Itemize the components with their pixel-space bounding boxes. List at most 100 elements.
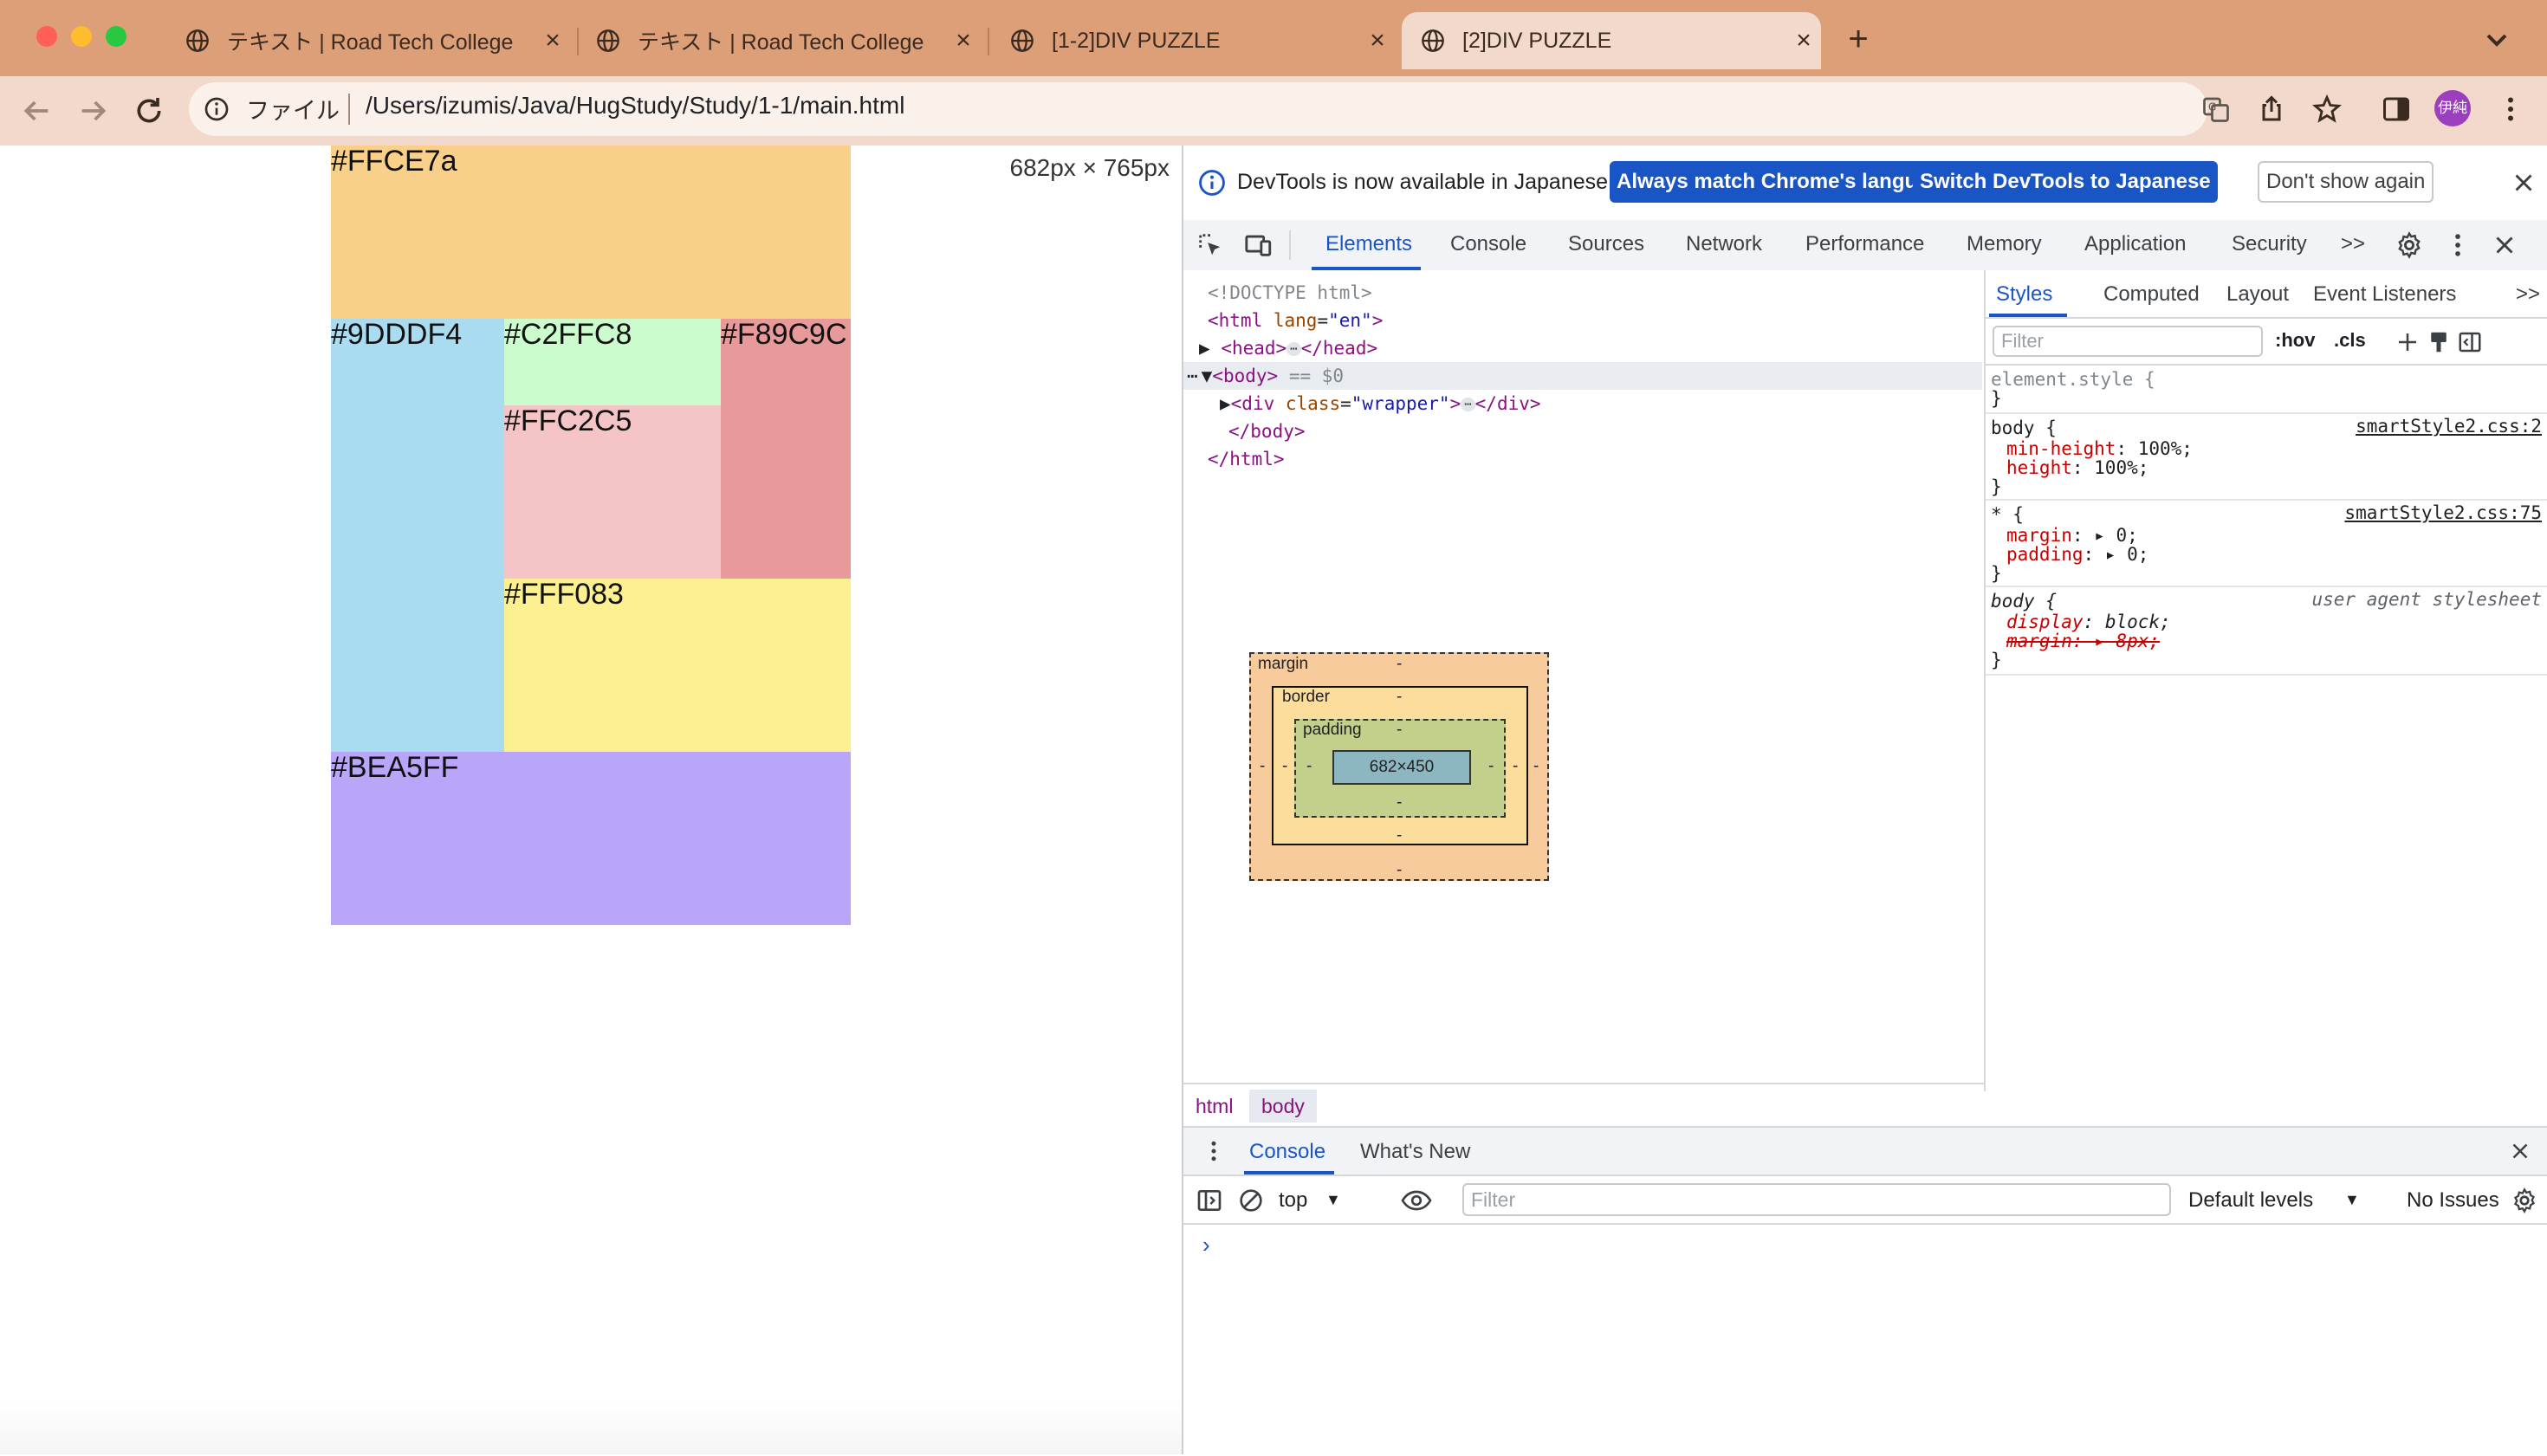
drawer-menu-icon[interactable] <box>1201 1138 1227 1164</box>
minimize-window-button[interactable] <box>71 26 92 47</box>
breadcrumb-body[interactable]: body <box>1249 1090 1317 1123</box>
toggle-sidebar-icon[interactable] <box>2457 329 2483 355</box>
context-selector[interactable]: top <box>1279 1188 1307 1213</box>
console-sidebar-icon[interactable] <box>1196 1187 1223 1214</box>
side-panel-icon[interactable] <box>2381 94 2412 125</box>
log-levels-dropdown[interactable]: Default levels <box>2188 1188 2313 1213</box>
more-menu-icon[interactable] <box>2495 94 2526 125</box>
dont-show-again-button[interactable]: Don't show again <box>2258 161 2434 203</box>
element-style-selector[interactable]: element.style { <box>1991 367 2155 392</box>
device-toolbar-icon[interactable] <box>1244 230 1274 260</box>
always-match-language-button[interactable]: Always match Chrome's language <box>1610 161 1960 203</box>
subtab-styles[interactable]: Styles <box>1996 282 2052 307</box>
subtab-layout[interactable]: Layout <box>2226 282 2289 307</box>
browser-tab-3[interactable]: [1-2]DIV PUZZLE × <box>991 12 1395 69</box>
dom-html-close[interactable]: </html> <box>1208 445 1285 473</box>
border-bottom-value[interactable]: - <box>1397 826 1402 845</box>
new-tab-button[interactable]: + <box>1837 17 1880 61</box>
close-tab-icon[interactable]: × <box>1360 26 1395 55</box>
close-infobar-icon[interactable] <box>2509 168 2538 197</box>
back-arrow-icon[interactable] <box>19 94 54 128</box>
reload-icon[interactable] <box>132 94 166 128</box>
border-right-value[interactable]: - <box>1513 757 1518 776</box>
margin-top-value[interactable]: - <box>1397 655 1402 674</box>
expand-triangle-icon[interactable]: ▶ <box>1220 393 1231 414</box>
margin-right-value[interactable]: - <box>1533 757 1539 776</box>
zoom-window-button[interactable] <box>106 26 126 47</box>
switch-to-japanese-button[interactable]: Switch DevTools to Japanese <box>1913 161 2218 203</box>
translate-icon[interactable]: G <box>2200 94 2232 125</box>
profile-avatar[interactable]: 伊純 <box>2434 90 2471 126</box>
subtab-event-listeners[interactable]: Event Listeners <box>2313 282 2456 307</box>
padding-left-value[interactable]: - <box>1306 757 1312 776</box>
drawer-tab-whats-new[interactable]: What's New <box>1360 1140 1470 1164</box>
collapse-triangle-icon[interactable]: ▼ <box>1202 366 1213 386</box>
tab-network[interactable]: Network <box>1686 232 1762 256</box>
style-declaration[interactable]: padding: ▸ 0; <box>2006 542 2148 566</box>
drawer-tab-console[interactable]: Console <box>1249 1140 1325 1164</box>
customize-menu-icon[interactable] <box>2443 230 2472 260</box>
browser-tab-1[interactable]: テキスト | Road Tech College × <box>166 12 570 69</box>
share-icon[interactable] <box>2256 94 2287 125</box>
border-top-value[interactable]: - <box>1397 688 1402 707</box>
subtab-computed[interactable]: Computed <box>2103 282 2200 307</box>
padding-right-value[interactable]: - <box>1488 757 1494 776</box>
bookmark-star-icon[interactable] <box>2311 94 2343 125</box>
hover-state-toggle[interactable]: :hov <box>2275 329 2315 352</box>
rule-source-link[interactable]: smartStyle2.css:75 <box>2344 502 2542 523</box>
context-dropdown-icon[interactable]: ▼ <box>1325 1191 1341 1209</box>
tab-performance[interactable]: Performance <box>1805 232 1924 256</box>
collapsed-ellipsis[interactable]: ⋯ <box>1286 342 1301 356</box>
close-tab-icon[interactable]: × <box>1786 26 1821 55</box>
padding-top-value[interactable]: - <box>1397 721 1402 740</box>
tab-memory[interactable]: Memory <box>1967 232 2042 256</box>
more-tabs-chevron-icon[interactable]: >> <box>2341 232 2365 256</box>
styles-filter-input[interactable]: Filter <box>1993 326 2263 357</box>
live-expression-eye-icon[interactable] <box>1400 1187 1433 1214</box>
dom-body-close[interactable]: </body> <box>1228 417 1306 445</box>
padding-bottom-value[interactable]: - <box>1397 793 1402 812</box>
rule-source-link[interactable]: smartStyle2.css:2 <box>2356 416 2542 437</box>
new-style-rule-icon[interactable] <box>2395 329 2421 355</box>
console-settings-gear-icon[interactable] <box>2511 1187 2538 1214</box>
inspect-element-icon[interactable] <box>1196 230 1225 260</box>
box-model-content[interactable]: 682×450 <box>1332 750 1471 785</box>
tab-security[interactable]: Security <box>2232 232 2307 256</box>
tab-application[interactable]: Application <box>2084 232 2186 256</box>
tab-sources[interactable]: Sources <box>1568 232 1644 256</box>
console-filter-input[interactable]: Filter <box>1462 1183 2171 1216</box>
dom-doctype[interactable]: <!DOCTYPE html> <box>1208 279 1372 307</box>
rendering-emulation-icon[interactable] <box>2426 329 2452 355</box>
console-prompt[interactable]: › <box>1202 1232 1210 1259</box>
close-window-button[interactable] <box>36 26 57 47</box>
close-tab-icon[interactable]: × <box>535 26 570 55</box>
collapsed-ellipsis[interactable]: ⋯ <box>1461 398 1475 411</box>
close-tab-icon[interactable]: × <box>946 26 981 55</box>
levels-dropdown-icon[interactable]: ▼ <box>2344 1191 2360 1209</box>
dom-body-selected[interactable]: ⋯ ▼<body> == $0 <box>1183 362 1982 390</box>
issues-counter[interactable]: No Issues <box>2407 1188 2499 1213</box>
close-drawer-icon[interactable] <box>2507 1138 2533 1164</box>
more-subtabs-chevron-icon[interactable]: >> <box>2516 282 2540 307</box>
tab-elements[interactable]: Elements <box>1325 232 1412 256</box>
close-devtools-icon[interactable] <box>2490 230 2519 260</box>
overridden-declaration[interactable]: margin: ▸ 8px; <box>2006 629 2160 653</box>
site-info-icon[interactable] <box>203 95 230 123</box>
expand-triangle-icon[interactable]: ▶ <box>1199 338 1210 359</box>
browser-tab-4-active[interactable]: [2]DIV PUZZLE × <box>1402 12 1821 69</box>
border-left-value[interactable]: - <box>1282 757 1287 776</box>
browser-tab-2[interactable]: テキスト | Road Tech College × <box>577 12 981 69</box>
dom-div-wrapper[interactable]: ▶<div class="wrapper"> ⋯ </div> <box>1220 390 1541 417</box>
clear-console-icon[interactable] <box>1237 1187 1265 1214</box>
class-toggle[interactable]: .cls <box>2334 329 2366 352</box>
tab-search-chevron-icon[interactable] <box>2479 23 2514 57</box>
margin-left-value[interactable]: - <box>1260 757 1265 776</box>
forward-arrow-icon[interactable] <box>76 94 111 128</box>
address-url[interactable]: /Users/izumis/Java/HugStudy/Study/1-1/ma… <box>366 92 904 120</box>
tab-console[interactable]: Console <box>1450 232 1526 256</box>
settings-gear-icon[interactable] <box>2395 230 2424 260</box>
breadcrumb-html[interactable]: html <box>1183 1090 1245 1123</box>
style-declaration[interactable]: height: 100%; <box>2006 456 2148 480</box>
margin-bottom-value[interactable]: - <box>1397 861 1402 880</box>
dom-head[interactable]: ▶ <head> ⋯ </head> <box>1199 334 1377 362</box>
